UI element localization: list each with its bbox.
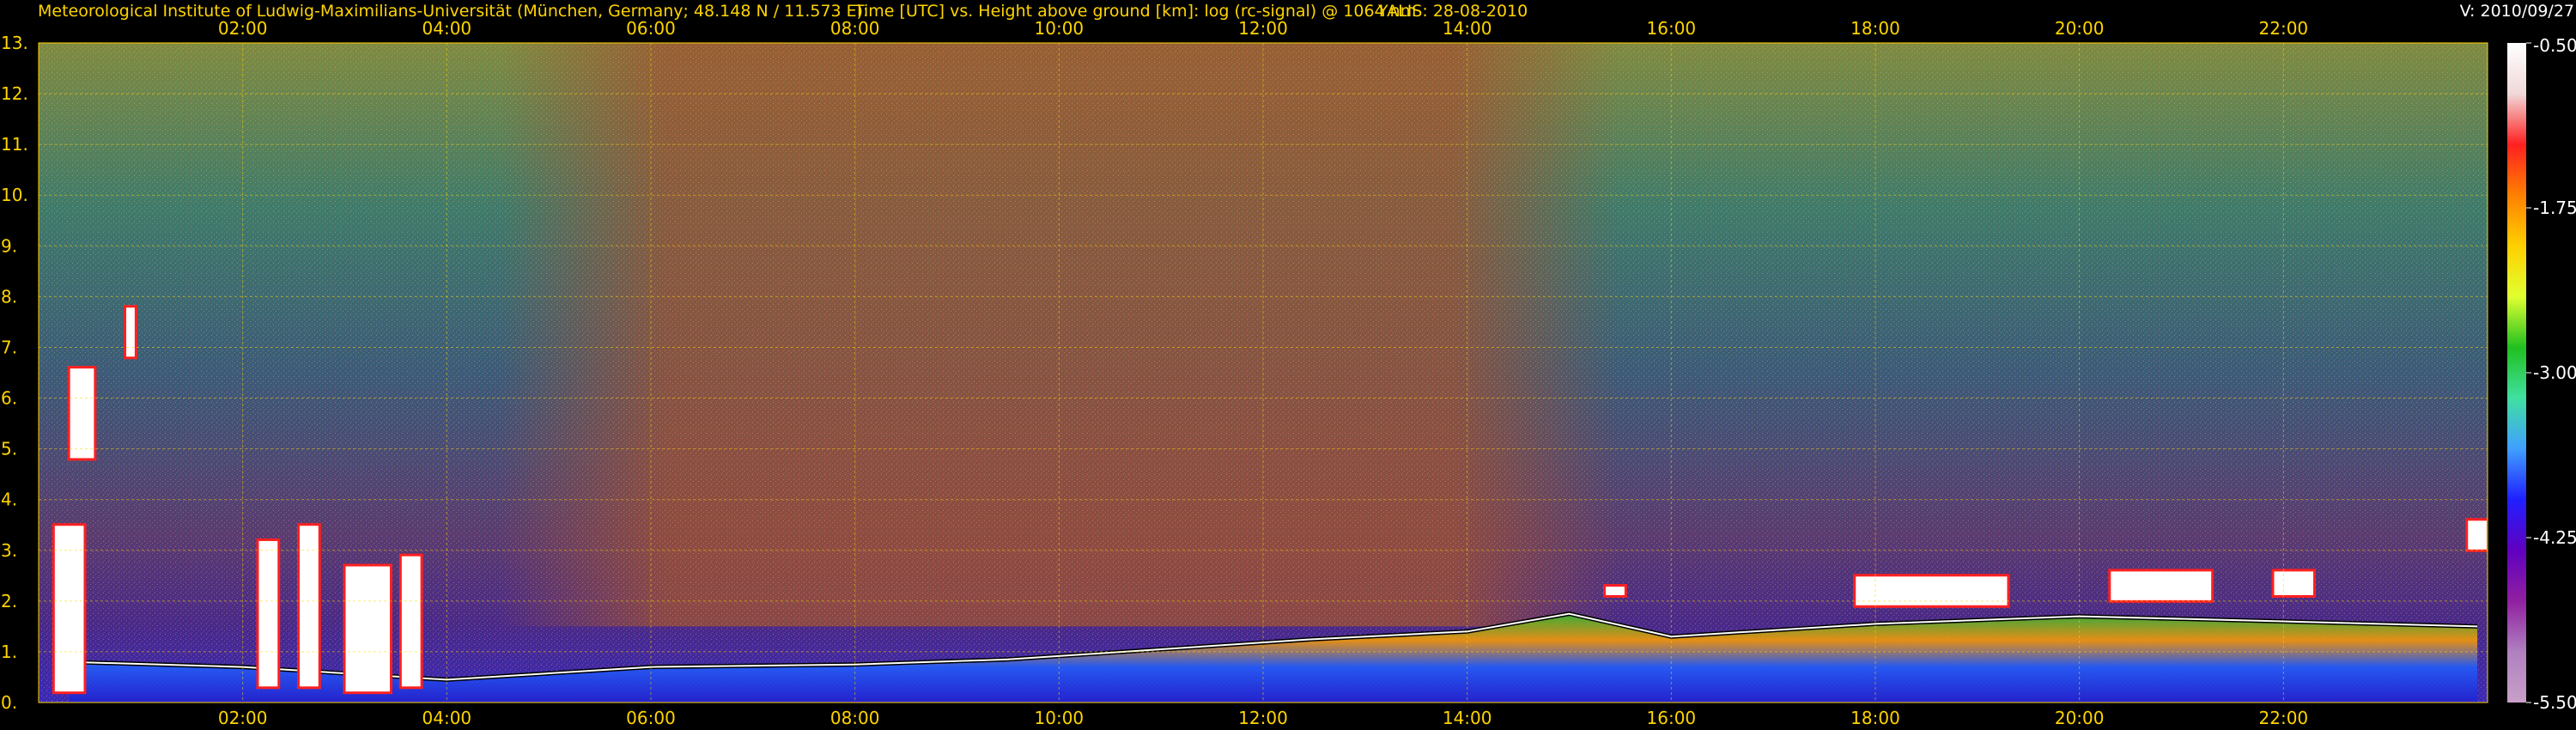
- y-tick-label: 6.: [1, 388, 17, 409]
- y-tick-label: 8.: [1, 286, 17, 307]
- colorbar-tick-label: -0.50: [2533, 35, 2576, 56]
- x-tick-label-top: 14:00: [1443, 18, 1492, 39]
- y-tick-label: 12.: [1, 83, 28, 104]
- x-tick-label-bottom: 16:00: [1647, 708, 1697, 728]
- y-tick-label: 2.: [1, 591, 17, 611]
- y-tick-label: 9.: [1, 235, 17, 256]
- colorbar-tick-label: -5.50: [2533, 692, 2576, 713]
- x-tick-label-bottom: 18:00: [1850, 708, 1900, 728]
- y-tick-label: 4.: [1, 490, 17, 510]
- cloud: [258, 540, 278, 687]
- y-tick-label: 7.: [1, 337, 17, 357]
- x-tick-label-top: 08:00: [830, 18, 880, 39]
- y-tick-label: 0.: [1, 692, 17, 713]
- y-tick-label: 1.: [1, 642, 17, 662]
- y-tick-label: 10.: [1, 185, 28, 205]
- colorbar-tick-label: -3.00: [2533, 362, 2576, 383]
- y-tick-label: 3.: [1, 540, 17, 561]
- cloud: [2468, 520, 2487, 550]
- x-tick-label-top: 16:00: [1647, 18, 1697, 39]
- colorbar-tick-label: -1.75: [2533, 198, 2576, 218]
- x-tick-label-bottom: 14:00: [1443, 708, 1492, 728]
- cloud: [345, 566, 390, 692]
- x-tick-label-bottom: 12:00: [1238, 708, 1288, 728]
- cloud: [126, 307, 135, 357]
- cloud: [2274, 571, 2313, 595]
- y-tick-label: 5.: [1, 439, 17, 459]
- x-tick-label-bottom: 08:00: [830, 708, 880, 728]
- colorbar: [2507, 43, 2526, 703]
- x-tick-label-bottom: 22:00: [2259, 708, 2309, 728]
- lidar-heatmap: 02:00 02:00 04:00 04:00 06:00 06:00 08:00 08:00…: [1, 18, 2576, 728]
- cloud: [54, 526, 84, 692]
- colorbar-tick-label: -4.25: [2533, 527, 2576, 548]
- x-tick-label-bottom: 06:00: [626, 708, 676, 728]
- cloud: [2111, 571, 2212, 600]
- x-tick-label-top: 20:00: [2055, 18, 2105, 39]
- cloud: [70, 368, 94, 459]
- y-tick-label: 13.: [1, 33, 28, 53]
- x-tick-label-top: 04:00: [422, 18, 472, 39]
- x-tick-label-bottom: 02:00: [218, 708, 268, 728]
- x-tick-label-bottom: 20:00: [2055, 708, 2105, 728]
- x-tick-label-top: 22:00: [2259, 18, 2309, 39]
- x-tick-label-top: 10:00: [1035, 18, 1084, 39]
- x-tick-label-top: 02:00: [218, 18, 268, 39]
- x-tick-label-bottom: 10:00: [1035, 708, 1084, 728]
- x-tick-label-top: 06:00: [626, 18, 676, 39]
- cloud: [401, 556, 421, 687]
- x-tick-label-top: 18:00: [1850, 18, 1900, 39]
- cloud: [1606, 587, 1625, 595]
- x-tick-label-bottom: 04:00: [422, 708, 472, 728]
- y-tick-label: 11.: [1, 134, 28, 155]
- x-tick-label-top: 12:00: [1238, 18, 1288, 39]
